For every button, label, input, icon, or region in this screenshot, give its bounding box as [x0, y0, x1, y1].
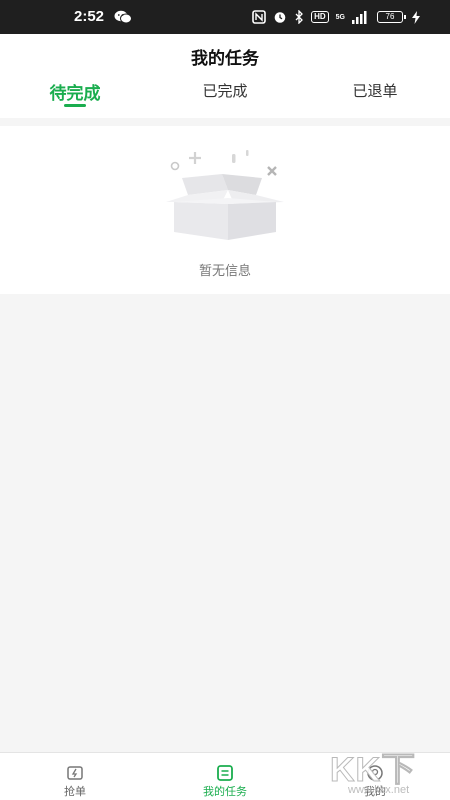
network-label: 5G: [335, 13, 345, 21]
bluetooth-icon: [295, 10, 304, 24]
tabbar-my-tasks[interactable]: 我的任务: [150, 753, 300, 800]
empty-state: 暂无信息: [0, 126, 450, 294]
wechat-icon: [114, 10, 132, 24]
signal-icon: [352, 10, 367, 24]
tab-completed[interactable]: 已完成: [150, 80, 300, 101]
grab-order-icon: [67, 766, 83, 780]
task-list-icon: [217, 765, 233, 781]
tabbar-grab-order[interactable]: 抢单: [0, 753, 150, 800]
status-icons: HD 5G 76: [252, 9, 420, 25]
watermark-logo: KK下载 www.kkx.net: [330, 742, 450, 800]
nfc-icon: [252, 10, 266, 24]
battery-icon: 76: [377, 11, 406, 23]
status-time: 2:52: [74, 8, 105, 25]
tab-pending[interactable]: 待完成: [0, 79, 150, 104]
hd-icon: HD: [311, 11, 329, 23]
watermark-url: www.kkx.net: [348, 784, 410, 796]
status-bar: 2:52 HD 5G 76: [0, 0, 450, 34]
alarm-icon: [274, 12, 286, 23]
header: 我的任务 待完成 已完成 已退单: [0, 34, 450, 118]
page-title: 我的任务: [191, 49, 259, 69]
charging-icon: [412, 10, 420, 24]
tabbar-label: 抢单: [64, 785, 86, 798]
empty-box-icon: [166, 150, 284, 240]
tab-cancelled[interactable]: 已退单: [300, 80, 450, 101]
empty-message: 暂无信息: [198, 264, 251, 279]
task-tabs: 待完成 已完成 已退单: [0, 80, 450, 118]
tabbar-label: 我的任务: [203, 785, 247, 798]
active-tab-indicator: [64, 104, 86, 107]
